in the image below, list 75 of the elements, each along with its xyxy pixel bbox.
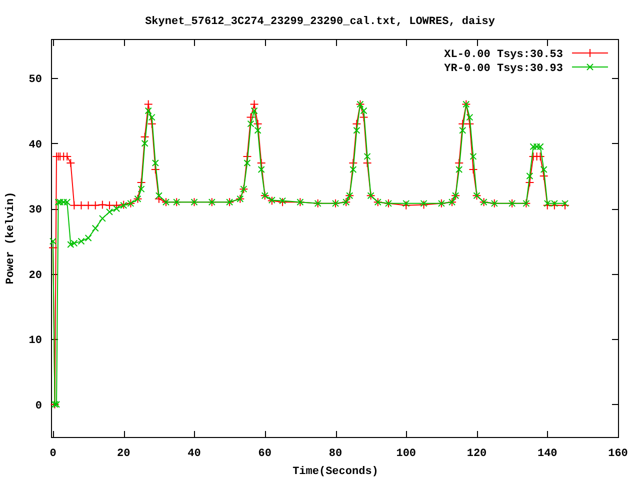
plus-marker bbox=[140, 132, 150, 142]
plus-marker bbox=[76, 200, 86, 210]
plus-marker bbox=[468, 165, 478, 174]
y-tick-label: 30 bbox=[28, 204, 42, 217]
cross-marker bbox=[466, 114, 474, 121]
chart-title: Skynet_57612_3C274_23299_23290_cal.txt, LOWRES, daisy bbox=[145, 16, 495, 28]
cross-marker bbox=[420, 200, 428, 207]
cross-marker bbox=[350, 166, 357, 173]
plus-marker bbox=[352, 119, 362, 128]
plus-marker bbox=[458, 119, 468, 128]
plus-marker bbox=[525, 178, 534, 188]
x-tick-label: 20 bbox=[117, 448, 130, 460]
cross-marker bbox=[456, 166, 463, 173]
plus-marker bbox=[253, 119, 262, 128]
plus-marker bbox=[84, 200, 93, 210]
plus-marker bbox=[154, 194, 164, 204]
plus-marker bbox=[70, 200, 79, 210]
plus-marker bbox=[90, 200, 100, 210]
plus-marker bbox=[242, 152, 252, 161]
legend-label: YR-0.00 Tsys:30.93 bbox=[444, 63, 563, 75]
cross-marker bbox=[562, 200, 569, 207]
plus-marker bbox=[419, 200, 428, 210]
x-tick-label: 80 bbox=[328, 448, 342, 460]
plus-marker bbox=[144, 100, 153, 109]
plus-marker bbox=[112, 200, 122, 210]
x-tick-label: 100 bbox=[396, 448, 416, 460]
cross-marker bbox=[279, 197, 286, 204]
cross-marker bbox=[353, 126, 360, 134]
cross-marker bbox=[152, 159, 159, 166]
cross-marker bbox=[459, 126, 466, 134]
plus-marker bbox=[278, 198, 288, 207]
plus-marker bbox=[542, 200, 552, 210]
y-axis-label: Power (kelvin) bbox=[5, 192, 17, 284]
plus-marker bbox=[147, 119, 156, 128]
cross-marker bbox=[50, 238, 56, 245]
y-tick-label: 50 bbox=[28, 74, 42, 86]
plus-marker bbox=[465, 119, 474, 128]
plus-marker bbox=[250, 100, 259, 109]
plus-marker bbox=[62, 152, 72, 161]
y-tick-label: 0 bbox=[35, 400, 42, 412]
plus-marker bbox=[246, 112, 256, 122]
x-tick-label: 0 bbox=[50, 448, 56, 460]
x-tick-label: 40 bbox=[188, 448, 201, 460]
cross-marker bbox=[141, 140, 148, 147]
cross-marker bbox=[250, 107, 258, 114]
plus-marker bbox=[454, 158, 464, 168]
x-tick-label: 140 bbox=[537, 448, 558, 460]
x-axis-label: Time(Seconds) bbox=[292, 466, 378, 478]
cross-marker bbox=[540, 166, 548, 173]
cross-marker bbox=[92, 224, 99, 232]
y-tick-label: 10 bbox=[28, 335, 42, 348]
x-tick-label: 160 bbox=[608, 448, 628, 460]
legend-label: XL-0.00 Tsys:30.53 bbox=[444, 49, 563, 61]
cross-marker bbox=[402, 200, 410, 207]
plus-marker bbox=[256, 158, 266, 168]
plus-marker bbox=[105, 200, 114, 210]
y-tick-label: 20 bbox=[28, 270, 42, 282]
plus-marker bbox=[348, 158, 358, 168]
plus-marker bbox=[402, 200, 411, 210]
plus-marker bbox=[536, 152, 545, 161]
cross-marker bbox=[364, 152, 371, 160]
cross-marker bbox=[244, 159, 251, 166]
cross-marker bbox=[470, 152, 477, 160]
plus-marker bbox=[560, 200, 570, 210]
plus-marker bbox=[539, 172, 548, 181]
cross-marker bbox=[258, 166, 265, 173]
y-tick-label: 40 bbox=[28, 139, 42, 152]
cross-marker bbox=[526, 172, 534, 180]
cross-marker bbox=[138, 186, 145, 193]
plus-marker bbox=[98, 200, 107, 210]
plus-marker bbox=[150, 165, 160, 174]
x-tick-label: 60 bbox=[258, 448, 272, 460]
plus-marker bbox=[66, 158, 76, 168]
x-tick-label: 120 bbox=[466, 448, 487, 460]
plus-marker bbox=[550, 200, 559, 210]
